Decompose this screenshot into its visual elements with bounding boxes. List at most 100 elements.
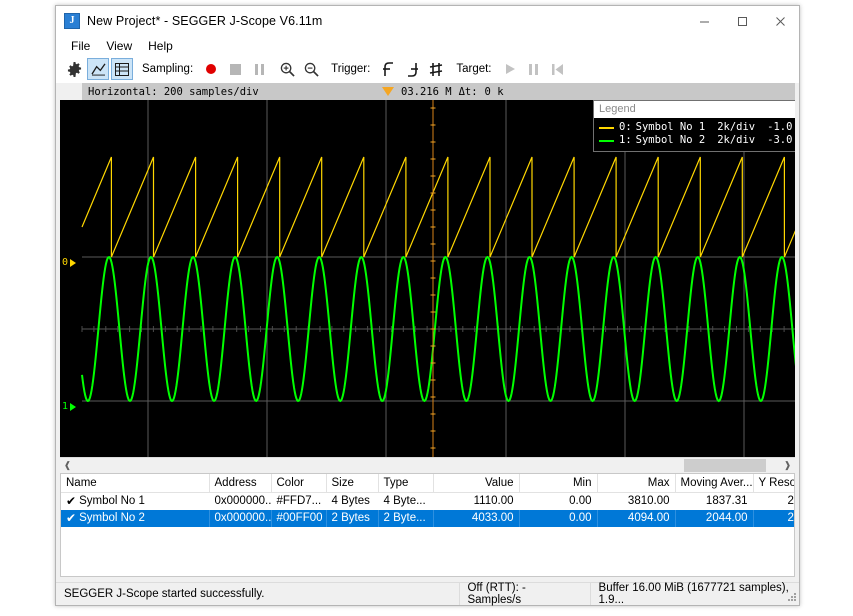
trigger-both-edge-icon[interactable] [425,58,447,80]
column-header-color[interactable]: Color [271,474,327,493]
channel-marker-0-label: 0 [62,257,69,268]
cell-value[interactable]: 1110.00 [433,493,519,510]
table-icon[interactable] [111,58,133,80]
cell-name[interactable]: ✔ Symbol No 2 [61,509,210,527]
pause-icon[interactable] [248,58,270,80]
maximize-button[interactable] [723,6,761,36]
cell-min[interactable]: 0.00 [519,509,598,527]
status-sample-rate: Off (RTT): - Samples/s [467,582,526,606]
chevron-left-icon[interactable]: ❰ [60,458,75,473]
menu-view[interactable]: View [98,37,140,55]
column-header-size[interactable]: Size [326,474,379,493]
cell-value[interactable]: 4033.00 [433,509,520,527]
legend-offset: -3.0 [767,134,793,146]
scrollbar-thumb[interactable] [684,459,766,472]
scope-panel: Horizontal: 200 samples/div 03.216 M Δt:… [60,83,795,473]
table-header-row: Name Address Color Size Type Value Min M… [61,474,794,493]
title-bar: J New Project* - SEGGER J-Scope V6.11m [56,6,799,36]
legend-title: Legend [594,101,795,118]
column-header-min[interactable]: Min [519,474,598,493]
trace-layer [81,156,795,403]
application-window: J New Project* - SEGGER J-Scope V6.11m F… [55,5,800,606]
table-row[interactable]: ✔ Symbol No 2 0x000000... #00FF00 2 Bytes… [61,509,794,527]
status-message: SEGGER J-Scope started successfully. [64,588,265,600]
scope-horizontal-scrollbar[interactable]: ❰ ❱ [60,457,795,473]
sampling-label: Sampling: [142,63,194,75]
check-icon[interactable]: ✔ [66,495,76,507]
delta-t-value: 0 k [484,85,504,98]
trigger-falling-edge-icon[interactable] [401,58,423,80]
legend-index: 1: [619,134,632,146]
cell-color[interactable]: #FFD7... [271,493,326,510]
skip-back-icon[interactable] [547,58,569,80]
cell-max[interactable]: 3810.00 [597,493,675,510]
cell-max[interactable]: 4094.00 [597,509,676,527]
cell-address[interactable]: 0x000000... [209,509,272,527]
cursor-position-value: 03.216 M [401,85,452,98]
legend-index: 0: [619,121,632,133]
cell-size[interactable]: 2 Bytes [326,509,379,527]
column-header-value[interactable]: Value [433,474,520,493]
window-title: New Project* - SEGGER J-Scope V6.11m [87,14,323,28]
column-header-y-resolution[interactable]: Y Resoluti... [753,474,794,493]
column-header-address[interactable]: Address [209,474,272,493]
cell-y-resolution[interactable]: 2k/div [753,509,794,527]
scrollbar-track[interactable] [75,458,780,473]
column-header-name[interactable]: Name [61,474,210,493]
menu-file[interactable]: File [63,37,98,55]
waveform-plot [81,100,795,458]
play-icon[interactable] [499,58,521,80]
status-buffer: Buffer 16.00 MiB (1677721 samples), 1.9.… [598,582,789,606]
cursor-triangle-icon [382,87,394,96]
table-row[interactable]: ✔ Symbol No 1 0x000000... #FFD7... 4 Byte… [61,493,794,510]
trigger-rising-edge-icon[interactable] [377,58,399,80]
cell-y-resolution[interactable]: 2k/div [753,493,794,510]
resize-grip-icon[interactable] [785,591,797,603]
legend-item[interactable]: 0: Symbol No 1 2k/div -1.0 [599,121,795,134]
cell-type[interactable]: 4 Byte... [378,493,433,510]
symbol-table[interactable]: Name Address Color Size Type Value Min M… [60,473,795,577]
horizontal-scale-label: Horizontal: 200 samples/div [88,85,259,98]
column-header-moving-average[interactable]: Moving Aver... [675,474,754,493]
cell-moving-average[interactable]: 2044.00 [675,509,754,527]
chevron-right-icon[interactable]: ❱ [780,458,795,473]
legend[interactable]: Legend 0: Symbol No 1 2k/div -1.0 1: Sym… [593,100,795,152]
line-chart-icon[interactable] [87,58,109,80]
channel-marker-0[interactable]: 0 [62,257,77,268]
status-bar: SEGGER J-Scope started successfully. Off… [56,582,799,606]
record-icon[interactable] [200,58,222,80]
menu-bar: File View Help [56,36,799,56]
grid-layer [81,100,795,458]
legend-offset: -1.0 [767,121,793,133]
menu-help[interactable]: Help [140,37,181,55]
legend-color-swatch [599,139,614,142]
symbol-name: Symbol No 2 [79,512,145,524]
legend-item[interactable]: 1: Symbol No 2 2k/div -3.0 [599,134,795,147]
gear-icon[interactable] [63,58,85,80]
cell-moving-average[interactable]: 1837.31 [675,493,753,510]
cursor-line [430,100,436,458]
cell-type[interactable]: 2 Byte... [378,509,434,527]
zoom-out-icon[interactable] [300,58,322,80]
column-header-type[interactable]: Type [378,474,434,493]
channel-marker-1-label: 1 [62,401,69,412]
check-icon[interactable]: ✔ [66,512,76,524]
scope-canvas[interactable]: 0 1 Legend 0: Symbol No 1 2k/div -1.0 1:… [60,100,795,473]
cell-min[interactable]: 0.00 [519,493,597,510]
zoom-in-icon[interactable] [276,58,298,80]
cell-name[interactable]: ✔ Symbol No 1 [61,493,209,510]
close-button[interactable] [761,6,799,36]
channel-marker-0-triangle-icon [70,258,77,267]
column-header-max[interactable]: Max [597,474,676,493]
delta-t-label: Δt: [458,85,478,98]
scope-header: Horizontal: 200 samples/div 03.216 M Δt:… [82,83,795,101]
pause-icon[interactable] [523,58,545,80]
stop-icon[interactable] [224,58,246,80]
minimize-button[interactable] [685,6,723,36]
legend-name: Symbol No 2 [635,134,706,146]
cell-color[interactable]: #00FF00 [271,509,327,527]
cell-address[interactable]: 0x000000... [209,493,271,510]
channel-marker-1[interactable]: 1 [62,401,77,412]
app-icon: J [64,13,80,29]
cell-size[interactable]: 4 Bytes [326,493,378,510]
